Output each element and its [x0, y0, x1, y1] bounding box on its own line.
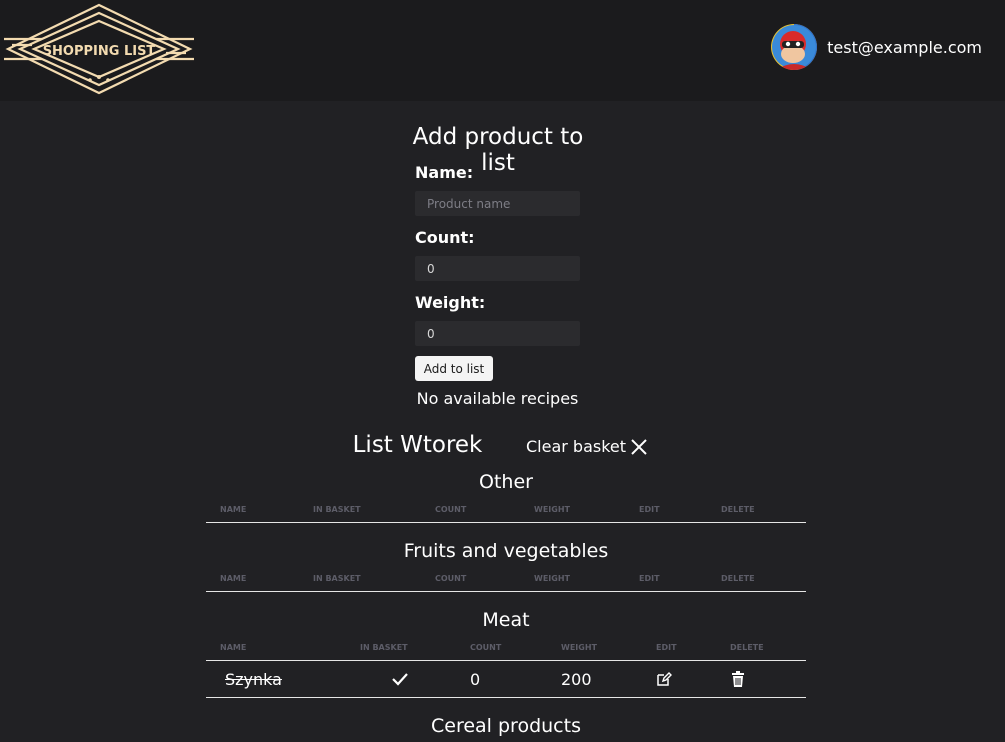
table-header: NAME IN BASKET COUNT WEIGHT EDIT DELETE: [206, 574, 806, 588]
count-label: Count:: [415, 228, 475, 247]
category-title: Other: [479, 471, 533, 493]
col-in-basket: IN BASKET: [360, 643, 408, 652]
delete-button[interactable]: [731, 671, 745, 691]
app-logo[interactable]: SHOPPING LIST: [2, 1, 196, 97]
recipes-status: No available recipes: [416, 389, 579, 408]
weight-label: Weight:: [415, 293, 486, 312]
item-name: Szynka: [225, 670, 282, 689]
col-in-basket: IN BASKET: [313, 505, 361, 514]
logo-text: SHOPPING LIST: [43, 44, 156, 59]
item-weight: 200: [561, 670, 592, 689]
col-count: COUNT: [470, 643, 502, 652]
table-header: NAME IN BASKET COUNT WEIGHT EDIT DELETE: [206, 643, 806, 657]
divider: [206, 522, 806, 523]
col-weight: WEIGHT: [534, 505, 570, 514]
col-in-basket: IN BASKET: [313, 574, 361, 583]
col-weight: WEIGHT: [561, 643, 597, 652]
category-title: Cereal products: [431, 715, 581, 737]
table-row: Szynka 0 200: [206, 661, 806, 697]
edit-button[interactable]: [656, 671, 672, 691]
clear-basket-label: Clear basket: [526, 437, 627, 456]
divider: [206, 591, 806, 592]
col-delete: DELETE: [730, 643, 764, 652]
user-email[interactable]: test@example.com: [827, 38, 982, 57]
check-icon: [392, 673, 408, 686]
item-count: 0: [470, 670, 481, 689]
logo-emblem-icon: SHOPPING LIST: [4, 3, 194, 95]
col-edit: EDIT: [639, 505, 660, 514]
category-title: Meat: [482, 609, 530, 631]
col-count: COUNT: [435, 505, 467, 514]
col-delete: DELETE: [721, 574, 755, 583]
trash-icon: [732, 671, 744, 687]
divider: [206, 697, 806, 698]
col-count: COUNT: [435, 574, 467, 583]
col-name: NAME: [220, 574, 247, 583]
col-delete: DELETE: [721, 505, 755, 514]
close-icon: [631, 438, 647, 455]
clear-basket-button[interactable]: Clear basket: [526, 437, 648, 456]
top-bar: SHOPPING LIST test@example.com: [0, 0, 1005, 101]
col-edit: EDIT: [639, 574, 660, 583]
count-input[interactable]: [415, 256, 580, 281]
col-name: NAME: [220, 643, 247, 652]
col-edit: EDIT: [656, 643, 677, 652]
add-to-list-button[interactable]: Add to list: [415, 356, 493, 381]
category-title: Fruits and vegetables: [403, 540, 609, 562]
list-title: List Wtorek: [352, 432, 483, 458]
name-label: Name:: [415, 163, 474, 182]
table-header: NAME IN BASKET COUNT WEIGHT EDIT DELETE: [206, 505, 806, 519]
col-weight: WEIGHT: [534, 574, 570, 583]
avatar[interactable]: [771, 24, 818, 70]
superhero-avatar-icon: [771, 24, 818, 70]
name-input[interactable]: [415, 191, 580, 216]
weight-input[interactable]: [415, 321, 580, 346]
edit-icon: [657, 672, 672, 686]
col-name: NAME: [220, 505, 247, 514]
user-menu[interactable]: test@example.com: [771, 24, 982, 70]
in-basket-checkbox[interactable]: [391, 671, 409, 691]
